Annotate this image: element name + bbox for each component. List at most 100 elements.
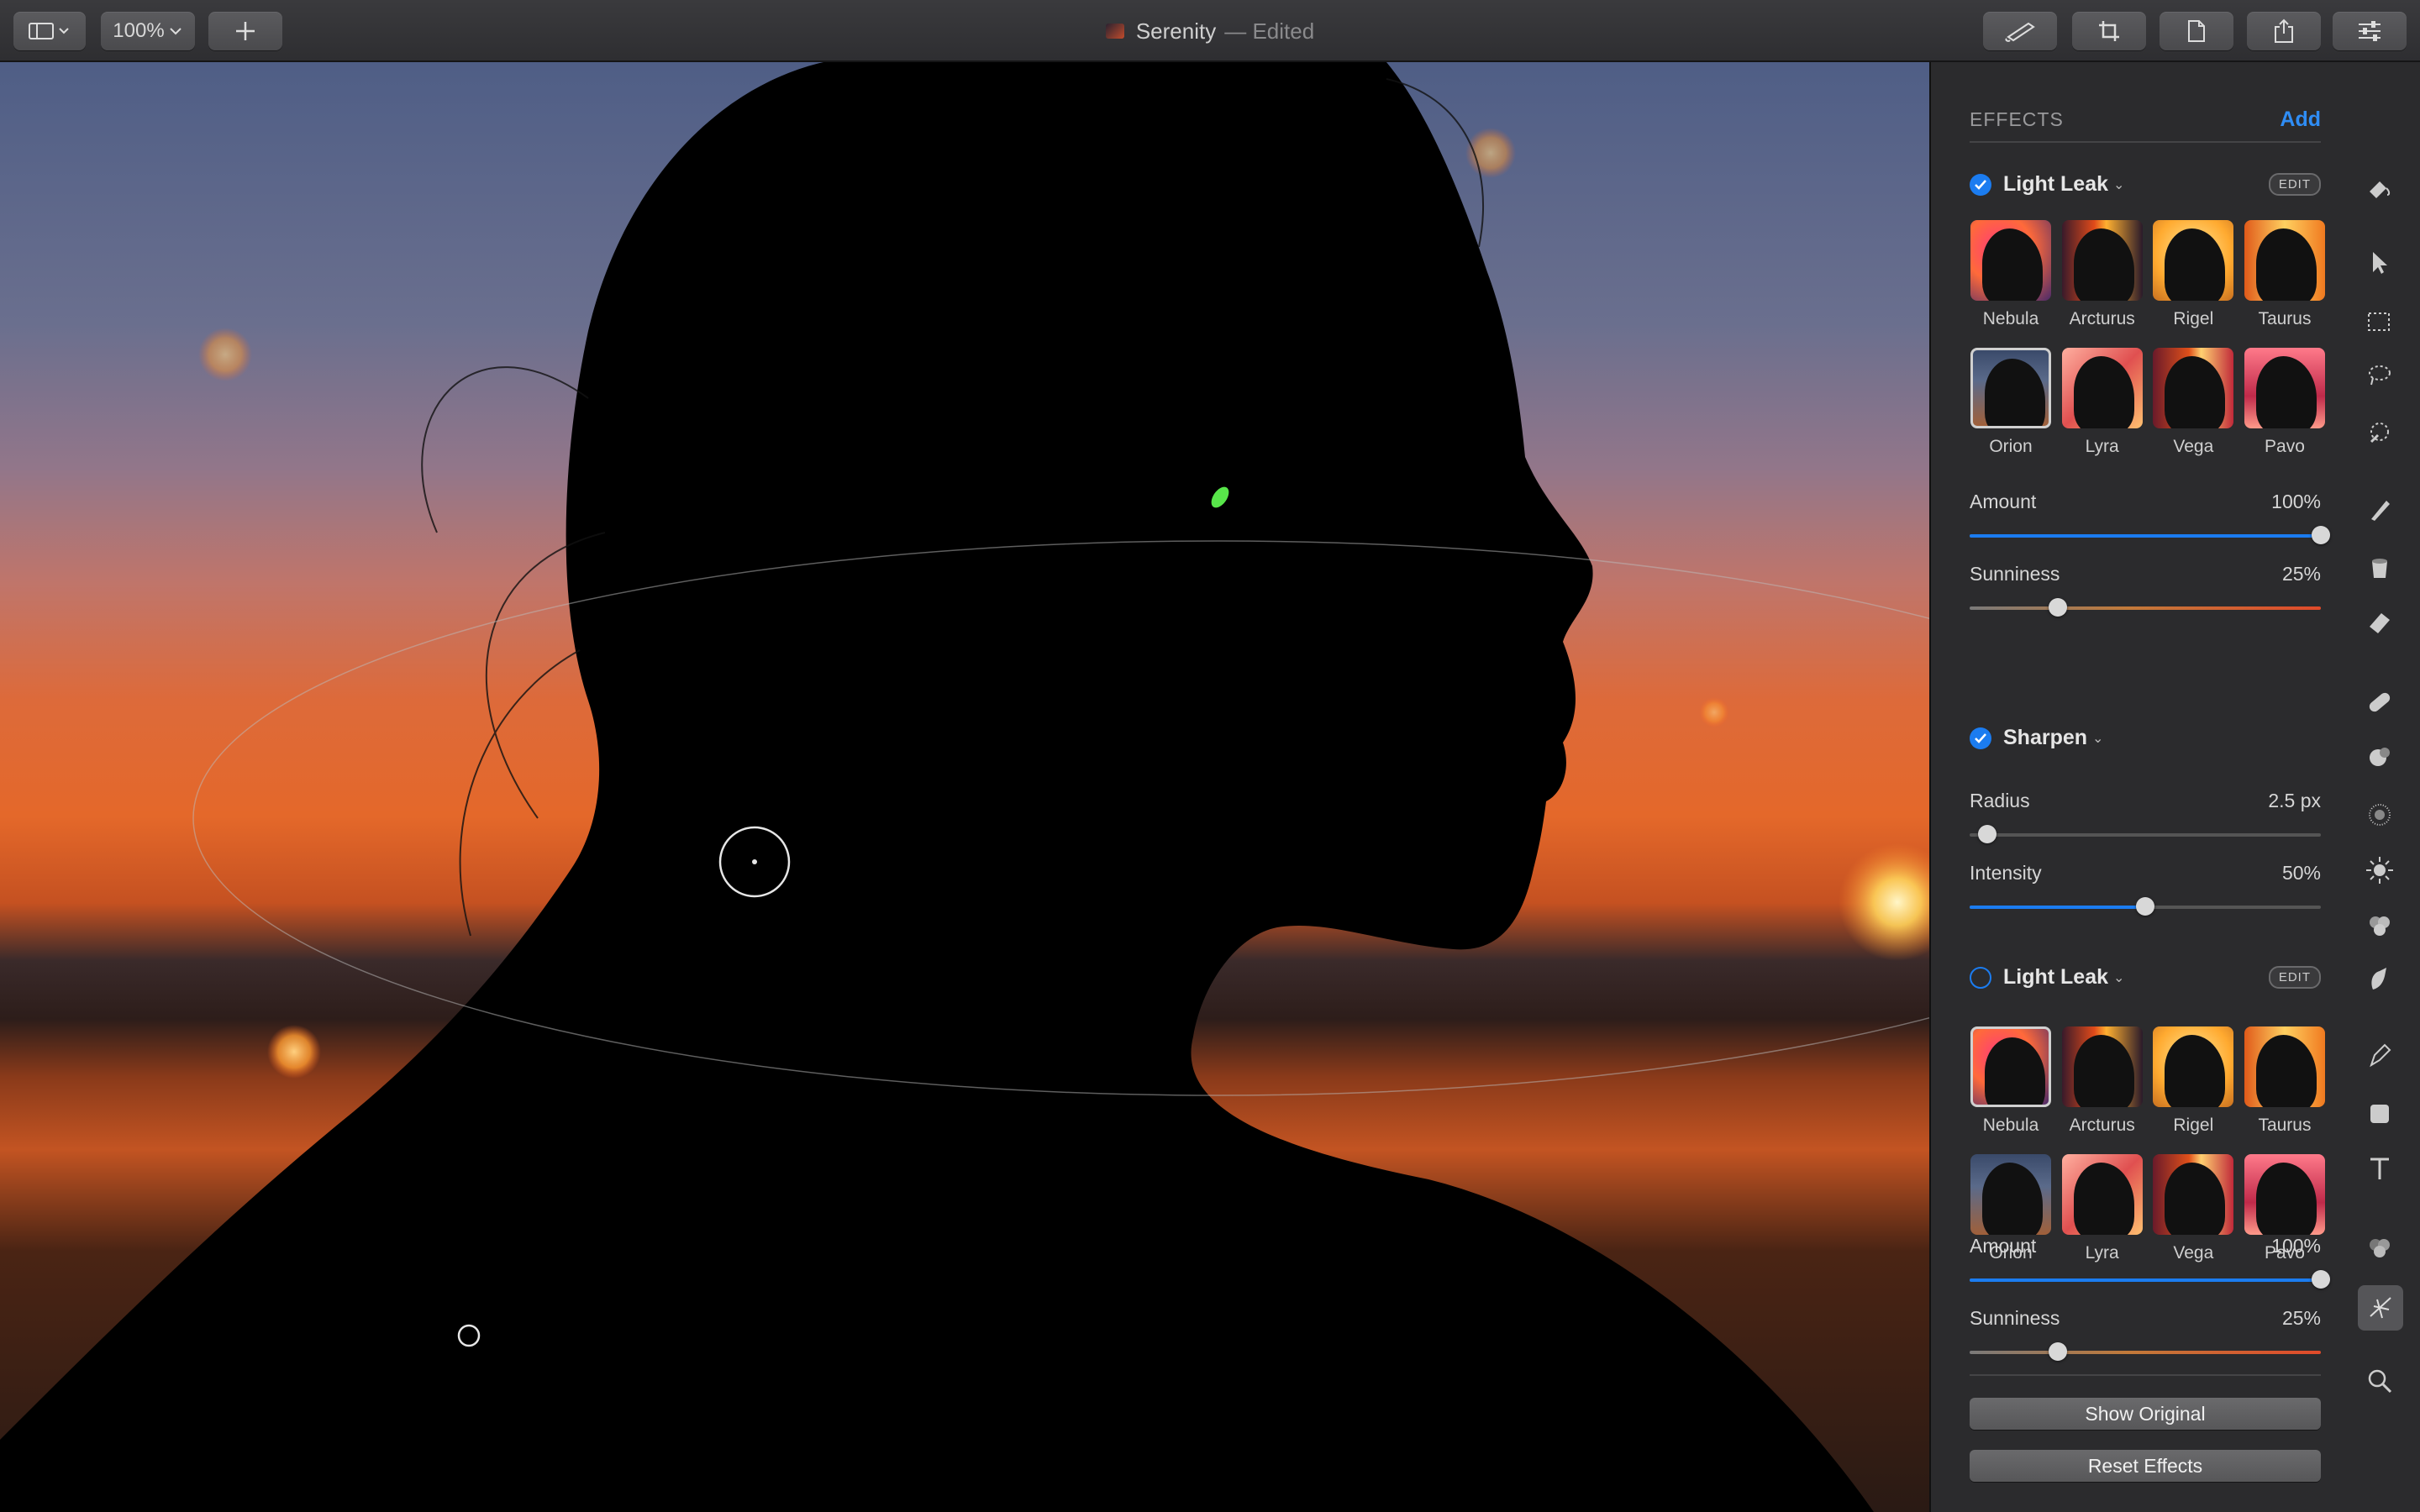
show-original-button[interactable]: Show Original: [1970, 1398, 2321, 1430]
add-button[interactable]: [208, 12, 282, 50]
preset-taurus[interactable]: Taurus: [2244, 220, 2326, 329]
edit-button[interactable]: EDIT: [2268, 966, 2321, 989]
silhouette-shape: [1985, 359, 2045, 426]
preset-thumbnail[interactable]: [2061, 1026, 2143, 1107]
amount-slider[interactable]: Amount 100%: [1970, 491, 2330, 544]
preset-thumbnail[interactable]: [2061, 1154, 2143, 1235]
tool-brush[interactable]: [2361, 492, 2398, 529]
tool-noise[interactable]: [2361, 796, 2398, 833]
preset-arcturus[interactable]: Arcturus: [2061, 220, 2144, 329]
preset-orion[interactable]: Orion: [1970, 348, 2052, 457]
brush-button[interactable]: [1983, 12, 2057, 50]
toolbar: 100% Serenity — Edited: [0, 0, 2420, 62]
silhouette-shape: [2073, 1035, 2134, 1107]
slider-track[interactable]: [1970, 598, 2321, 617]
preset-label: Arcturus: [2069, 309, 2135, 328]
slider-knob[interactable]: [2312, 1270, 2330, 1289]
preset-lyra[interactable]: Lyra: [2061, 348, 2144, 457]
tool-eraser[interactable]: [2361, 605, 2398, 642]
slider-fill: [1970, 906, 2145, 909]
preset-pavo[interactable]: Pavo: [2244, 348, 2326, 457]
preset-thumbnail[interactable]: [2153, 348, 2234, 428]
preset-thumbnail[interactable]: [2244, 1026, 2325, 1107]
preset-thumbnail[interactable]: [1970, 220, 2051, 301]
slider-knob[interactable]: [2136, 897, 2154, 916]
preset-thumbnail[interactable]: [2061, 220, 2143, 301]
slider-track[interactable]: [1970, 1342, 2321, 1361]
preset-rigel[interactable]: Rigel: [2152, 220, 2234, 329]
tool-layers[interactable]: [2361, 1230, 2398, 1267]
chevron-down-icon[interactable]: ⌄: [2113, 969, 2124, 986]
preset-thumbnail[interactable]: [2061, 348, 2143, 428]
preset-vega[interactable]: Vega: [2152, 348, 2234, 457]
preset-nebula[interactable]: Nebula: [1970, 220, 2052, 329]
enable-checkbox[interactable]: [1970, 173, 1991, 196]
tool-paint-bucket[interactable]: [2361, 171, 2398, 208]
tool-smudge[interactable]: [2361, 961, 2398, 998]
preset-label: Vega: [2173, 437, 2214, 456]
intensity-slider[interactable]: Intensity 50%: [1970, 862, 2321, 916]
preset-thumbnail[interactable]: [2153, 1154, 2234, 1235]
preset-thumbnail[interactable]: [2244, 1154, 2325, 1235]
slider-track[interactable]: [1970, 526, 2330, 544]
amount-slider[interactable]: Amount 100%: [1970, 1235, 2330, 1289]
preset-taurus[interactable]: Taurus: [2244, 1026, 2326, 1136]
tool-rect-select[interactable]: [2361, 304, 2398, 341]
divider: [1970, 1374, 2321, 1376]
preset-thumbnail[interactable]: [2244, 348, 2325, 428]
preset-thumbnail[interactable]: [2244, 220, 2325, 301]
tool-text[interactable]: [2361, 1151, 2398, 1188]
tool-color[interactable]: [2361, 907, 2398, 944]
edit-button[interactable]: EDIT: [2268, 173, 2321, 196]
tool-zoom[interactable]: [2361, 1362, 2398, 1399]
tool-pen[interactable]: [2361, 1038, 2398, 1075]
document-button[interactable]: [2160, 12, 2233, 50]
radius-slider[interactable]: Radius 2.5 px: [1970, 790, 2321, 843]
tool-arrow-pointer[interactable]: [2361, 245, 2398, 282]
slider-knob[interactable]: [2312, 526, 2330, 544]
preset-thumbnail[interactable]: [1970, 1026, 2051, 1107]
tool-sun[interactable]: [2361, 852, 2398, 889]
slider-track[interactable]: [1970, 1270, 2330, 1289]
sunniness-slider[interactable]: Sunniness 25%: [1970, 563, 2321, 617]
slider-knob[interactable]: [2048, 598, 2067, 617]
adjust-button[interactable]: [2333, 12, 2407, 50]
sidebar-toggle-button[interactable]: [13, 12, 86, 50]
tool-shape[interactable]: [2361, 1095, 2398, 1132]
tool-bandage[interactable]: [2361, 684, 2398, 721]
silhouette-shape: [2165, 1035, 2226, 1107]
slider-track[interactable]: [1970, 897, 2321, 916]
preset-nebula[interactable]: Nebula: [1970, 1026, 2052, 1136]
effect-title[interactable]: Light Leak ⌄: [1970, 965, 2124, 990]
preset-thumbnail[interactable]: [2153, 1026, 2234, 1107]
effect-title[interactable]: Light Leak ⌄: [1970, 172, 2124, 197]
preset-thumbnail[interactable]: [2153, 220, 2234, 301]
slider-knob[interactable]: [1977, 825, 1996, 843]
reset-effects-button[interactable]: Reset Effects: [1970, 1450, 2321, 1482]
sunniness-slider[interactable]: Sunniness 25%: [1970, 1307, 2321, 1361]
lasso-icon: [2369, 365, 2391, 386]
chevron-down-icon[interactable]: ⌄: [2113, 176, 2124, 193]
enable-checkbox[interactable]: [1970, 727, 1991, 749]
silhouette-shape: [2255, 356, 2317, 428]
zoom-dropdown[interactable]: 100%: [101, 12, 195, 50]
share-button[interactable]: [2247, 12, 2321, 50]
sun-icon: [2366, 857, 2393, 884]
crop-button[interactable]: [2072, 12, 2146, 50]
chevron-down-icon[interactable]: ⌄: [2092, 730, 2103, 747]
preset-arcturus[interactable]: Arcturus: [2061, 1026, 2144, 1136]
tool-lasso[interactable]: [2361, 358, 2398, 395]
image-canvas[interactable]: [0, 62, 1929, 1512]
slider-track[interactable]: [1970, 825, 2321, 843]
preset-thumbnail[interactable]: [1970, 1154, 2051, 1235]
preset-rigel[interactable]: Rigel: [2152, 1026, 2234, 1136]
add-effect-link[interactable]: Add: [2280, 108, 2321, 132]
tool-effects[interactable]: [2358, 1285, 2403, 1331]
tool-bucket[interactable]: [2361, 549, 2398, 586]
enable-checkbox[interactable]: [1970, 966, 1991, 989]
tool-magic-select[interactable]: [2361, 415, 2398, 452]
slider-knob[interactable]: [2048, 1342, 2067, 1361]
effect-title[interactable]: Sharpen ⌄: [1970, 726, 2103, 750]
preset-thumbnail[interactable]: [1970, 348, 2051, 428]
tool-clone[interactable]: [2361, 739, 2398, 776]
